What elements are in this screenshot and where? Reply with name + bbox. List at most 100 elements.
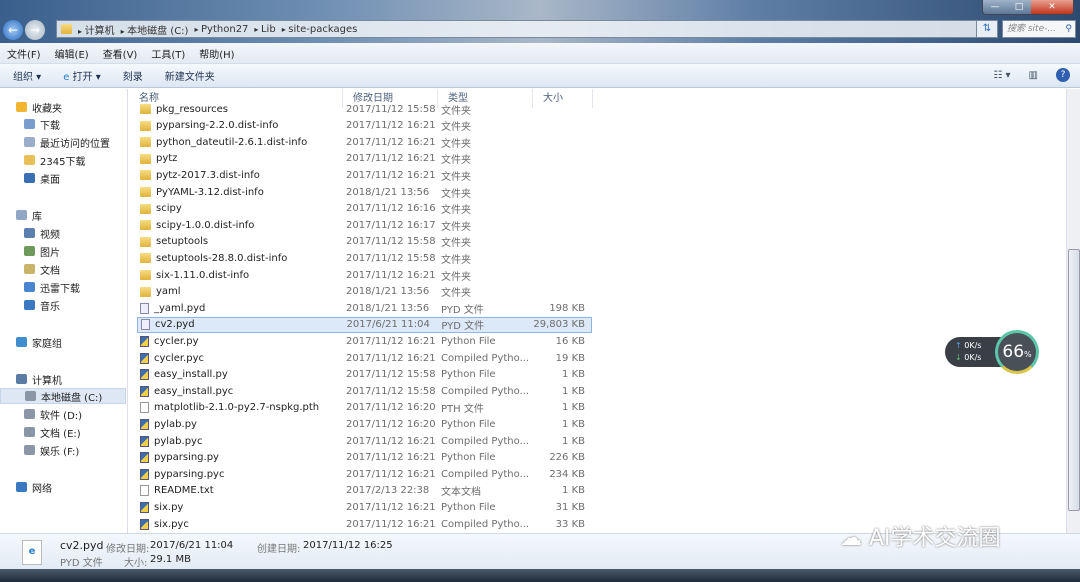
menu-file[interactable]: 文件(F) <box>7 46 41 61</box>
file-row[interactable]: setuptools 2017/11/12 15:58 文件夹 <box>137 234 592 250</box>
file-row[interactable]: easy_install.py 2017/11/12 15:58 Python Fi… <box>137 367 592 383</box>
folder-icon <box>140 203 151 214</box>
breadcrumb-item[interactable]: Lib <box>254 24 276 35</box>
sidebar-item[interactable]: 文档 <box>0 261 126 277</box>
file-row[interactable]: pyparsing.py 2017/11/12 16:21 Python File 2… <box>137 450 592 466</box>
menu-help[interactable]: 帮助(H) <box>199 46 234 61</box>
file-row[interactable]: pkg_resources 2017/11/12 15:58 文件夹 <box>137 101 592 117</box>
file-name: easy_install.pyc <box>154 385 234 397</box>
breadcrumb-item[interactable]: site-packages <box>282 24 357 35</box>
minimize-button[interactable]: — <box>983 0 1007 14</box>
usage-percent: 66 <box>1002 342 1025 362</box>
view-options-icon[interactable]: ☷ ▾ <box>993 70 1010 81</box>
sidebar-item[interactable]: 收藏夹 <box>0 99 126 115</box>
folder-icon <box>140 236 151 247</box>
vertical-scrollbar[interactable] <box>1066 89 1080 533</box>
file-row[interactable]: PyYAML-3.12.dist-info 2018/1/21 13:56 文件夹 <box>137 184 592 200</box>
file-row[interactable]: pylab.py 2017/11/12 16:20 Python File 1 KB <box>137 416 592 432</box>
network-speed-widget[interactable]: ↑ 0K/s ↓ 0K/s 66% <box>945 330 1040 374</box>
breadcrumb-item[interactable]: 本地磁盘 (C:) <box>121 22 188 37</box>
sidebar-item[interactable]: 迅雷下载 <box>0 279 126 295</box>
folder-icon <box>140 120 151 131</box>
file-type: Python File <box>441 452 496 464</box>
sidebar-item[interactable]: 图片 <box>0 243 126 259</box>
refresh-icon[interactable]: ⇅ <box>976 20 998 38</box>
file-row[interactable]: six-1.11.0.dist-info 2017/11/12 16:21 文件夹 <box>137 267 592 283</box>
file-row[interactable]: cycler.pyc 2017/11/12 16:21 Compiled Pytho… <box>137 350 592 366</box>
file-row[interactable]: python_dateutil-2.6.1.dist-info 2017/11/1… <box>137 134 592 150</box>
file-row[interactable]: scipy-1.0.0.dist-info 2017/11/12 16:17 文件夹 <box>137 217 592 233</box>
sidebar-item-label: 视频 <box>40 229 60 241</box>
file-row[interactable]: pyparsing-2.2.0.dist-info 2017/11/12 16:2… <box>137 118 592 134</box>
sidebar-item[interactable]: 网络 <box>0 479 126 495</box>
file-row[interactable]: easy_install.pyc 2017/11/12 15:58 Compiled… <box>137 383 592 399</box>
help-icon[interactable]: ? <box>1056 68 1070 82</box>
file-row[interactable]: pyparsing.pyc 2017/11/12 16:21 Compiled Py… <box>137 466 592 482</box>
organize-button[interactable]: 组织 ▾ <box>13 68 41 83</box>
menu-tools[interactable]: 工具(T) <box>151 46 185 61</box>
menu-view[interactable]: 查看(V) <box>103 46 138 61</box>
breadcrumb-item[interactable]: Python27 <box>194 24 248 35</box>
folder-icon <box>140 104 151 114</box>
back-button[interactable]: ← <box>3 20 23 40</box>
sidebar-item[interactable]: 最近访问的位置 <box>0 134 126 150</box>
file-row[interactable]: cv2.pyd 2017/6/21 11:04 PYD 文件 29,803 KB <box>137 316 592 333</box>
file-row[interactable]: matplotlib-2.1.0-py2.7-nspkg.pth 2017/11/… <box>137 400 592 416</box>
file-date: 2017/6/21 11:04 <box>346 319 430 331</box>
sidebar-item[interactable]: 家庭组 <box>0 334 126 350</box>
file-type: Python File <box>441 501 496 513</box>
sidebar-item[interactable]: 视频 <box>0 225 126 241</box>
breadcrumb-item[interactable]: 计算机 <box>78 22 115 37</box>
file-row[interactable]: pytz 2017/11/12 16:21 文件夹 <box>137 151 592 167</box>
sidebar-item[interactable]: 库 <box>0 207 126 223</box>
python-file-icon <box>140 435 149 447</box>
open-button[interactable]: e 打开 ▾ <box>63 68 101 83</box>
file-date: 2017/11/12 15:58 <box>346 103 436 115</box>
file-row[interactable]: README.txt 2017/2/13 22:38 文本文档 1 KB <box>137 483 592 499</box>
open-label: 打开 ▾ <box>72 72 101 83</box>
file-name: scipy-1.0.0.dist-info <box>156 219 255 231</box>
file-date: 2017/11/12 16:21 <box>346 452 436 464</box>
forward-button[interactable]: → <box>25 20 45 40</box>
sidebar-item[interactable]: 娱乐 (F:) <box>0 442 126 458</box>
search-input[interactable]: 搜索 site-... ⚲ <box>1002 20 1076 38</box>
sidebar-item[interactable]: 文档 (E:) <box>0 424 126 440</box>
python-file-icon <box>140 468 149 480</box>
sidebar-item[interactable]: 下载 <box>0 116 126 132</box>
toolbar: 组织 ▾ e 打开 ▾ 刻录 新建文件夹 <box>0 64 1080 88</box>
search-icon[interactable]: ⚲ <box>1065 21 1072 37</box>
sidebar-item[interactable]: 本地磁盘 (C:) <box>0 388 126 404</box>
address-bar[interactable]: 计算机 本地磁盘 (C:) Python27 Lib site-packages <box>56 20 996 38</box>
drive-icon <box>24 409 35 419</box>
maximize-button[interactable]: □ <box>1007 0 1031 14</box>
sidebar-item-label: 收藏夹 <box>32 103 62 115</box>
sidebar-item[interactable]: 软件 (D:) <box>0 406 126 422</box>
menu-edit[interactable]: 编辑(E) <box>55 46 89 61</box>
sidebar-item[interactable]: 计算机 <box>0 371 126 387</box>
preview-pane-icon[interactable]: ▥ <box>1029 70 1038 81</box>
file-row[interactable]: six.pyc 2017/11/12 16:21 Compiled Pytho...… <box>137 516 592 532</box>
new-folder-button[interactable]: 新建文件夹 <box>165 68 215 83</box>
sidebar-item[interactable]: 2345下载 <box>0 152 126 168</box>
file-size: 16 KB <box>555 335 585 347</box>
file-date: 2018/1/21 13:56 <box>346 286 430 298</box>
sidebar-item[interactable]: 音乐 <box>0 297 126 313</box>
file-name: PyYAML-3.12.dist-info <box>156 186 264 198</box>
file-size: 1 KB <box>562 435 585 447</box>
file-row[interactable]: _yaml.pyd 2018/1/21 13:56 PYD 文件 198 KB <box>137 300 592 316</box>
file-row[interactable]: pytz-2017.3.dist-info 2017/11/12 16:21 文件夹 <box>137 167 592 183</box>
file-row[interactable]: setuptools-28.8.0.dist-info 2017/11/12 15… <box>137 250 592 266</box>
file-row[interactable]: yaml 2018/1/21 13:56 文件夹 <box>137 284 592 300</box>
file-row[interactable]: six.py 2017/11/12 16:21 Python File 31 KB <box>137 499 592 515</box>
file-date: 2017/11/12 16:21 <box>346 136 436 148</box>
upload-arrow-icon: ↑ <box>955 341 962 350</box>
close-button[interactable]: ✕ <box>1031 0 1073 14</box>
file-name: easy_install.py <box>154 369 228 381</box>
file-date: 2017/11/12 16:20 <box>346 402 436 414</box>
file-row[interactable]: scipy 2017/11/12 16:16 文件夹 <box>137 201 592 217</box>
sidebar-item[interactable]: 桌面 <box>0 170 126 186</box>
file-row[interactable]: pylab.pyc 2017/11/12 16:21 Compiled Pytho.… <box>137 433 592 449</box>
burn-button[interactable]: 刻录 <box>123 68 143 83</box>
file-row[interactable]: cycler.py 2017/11/12 16:21 Python File 16 K… <box>137 333 592 349</box>
scrollbar-thumb[interactable] <box>1068 249 1080 511</box>
